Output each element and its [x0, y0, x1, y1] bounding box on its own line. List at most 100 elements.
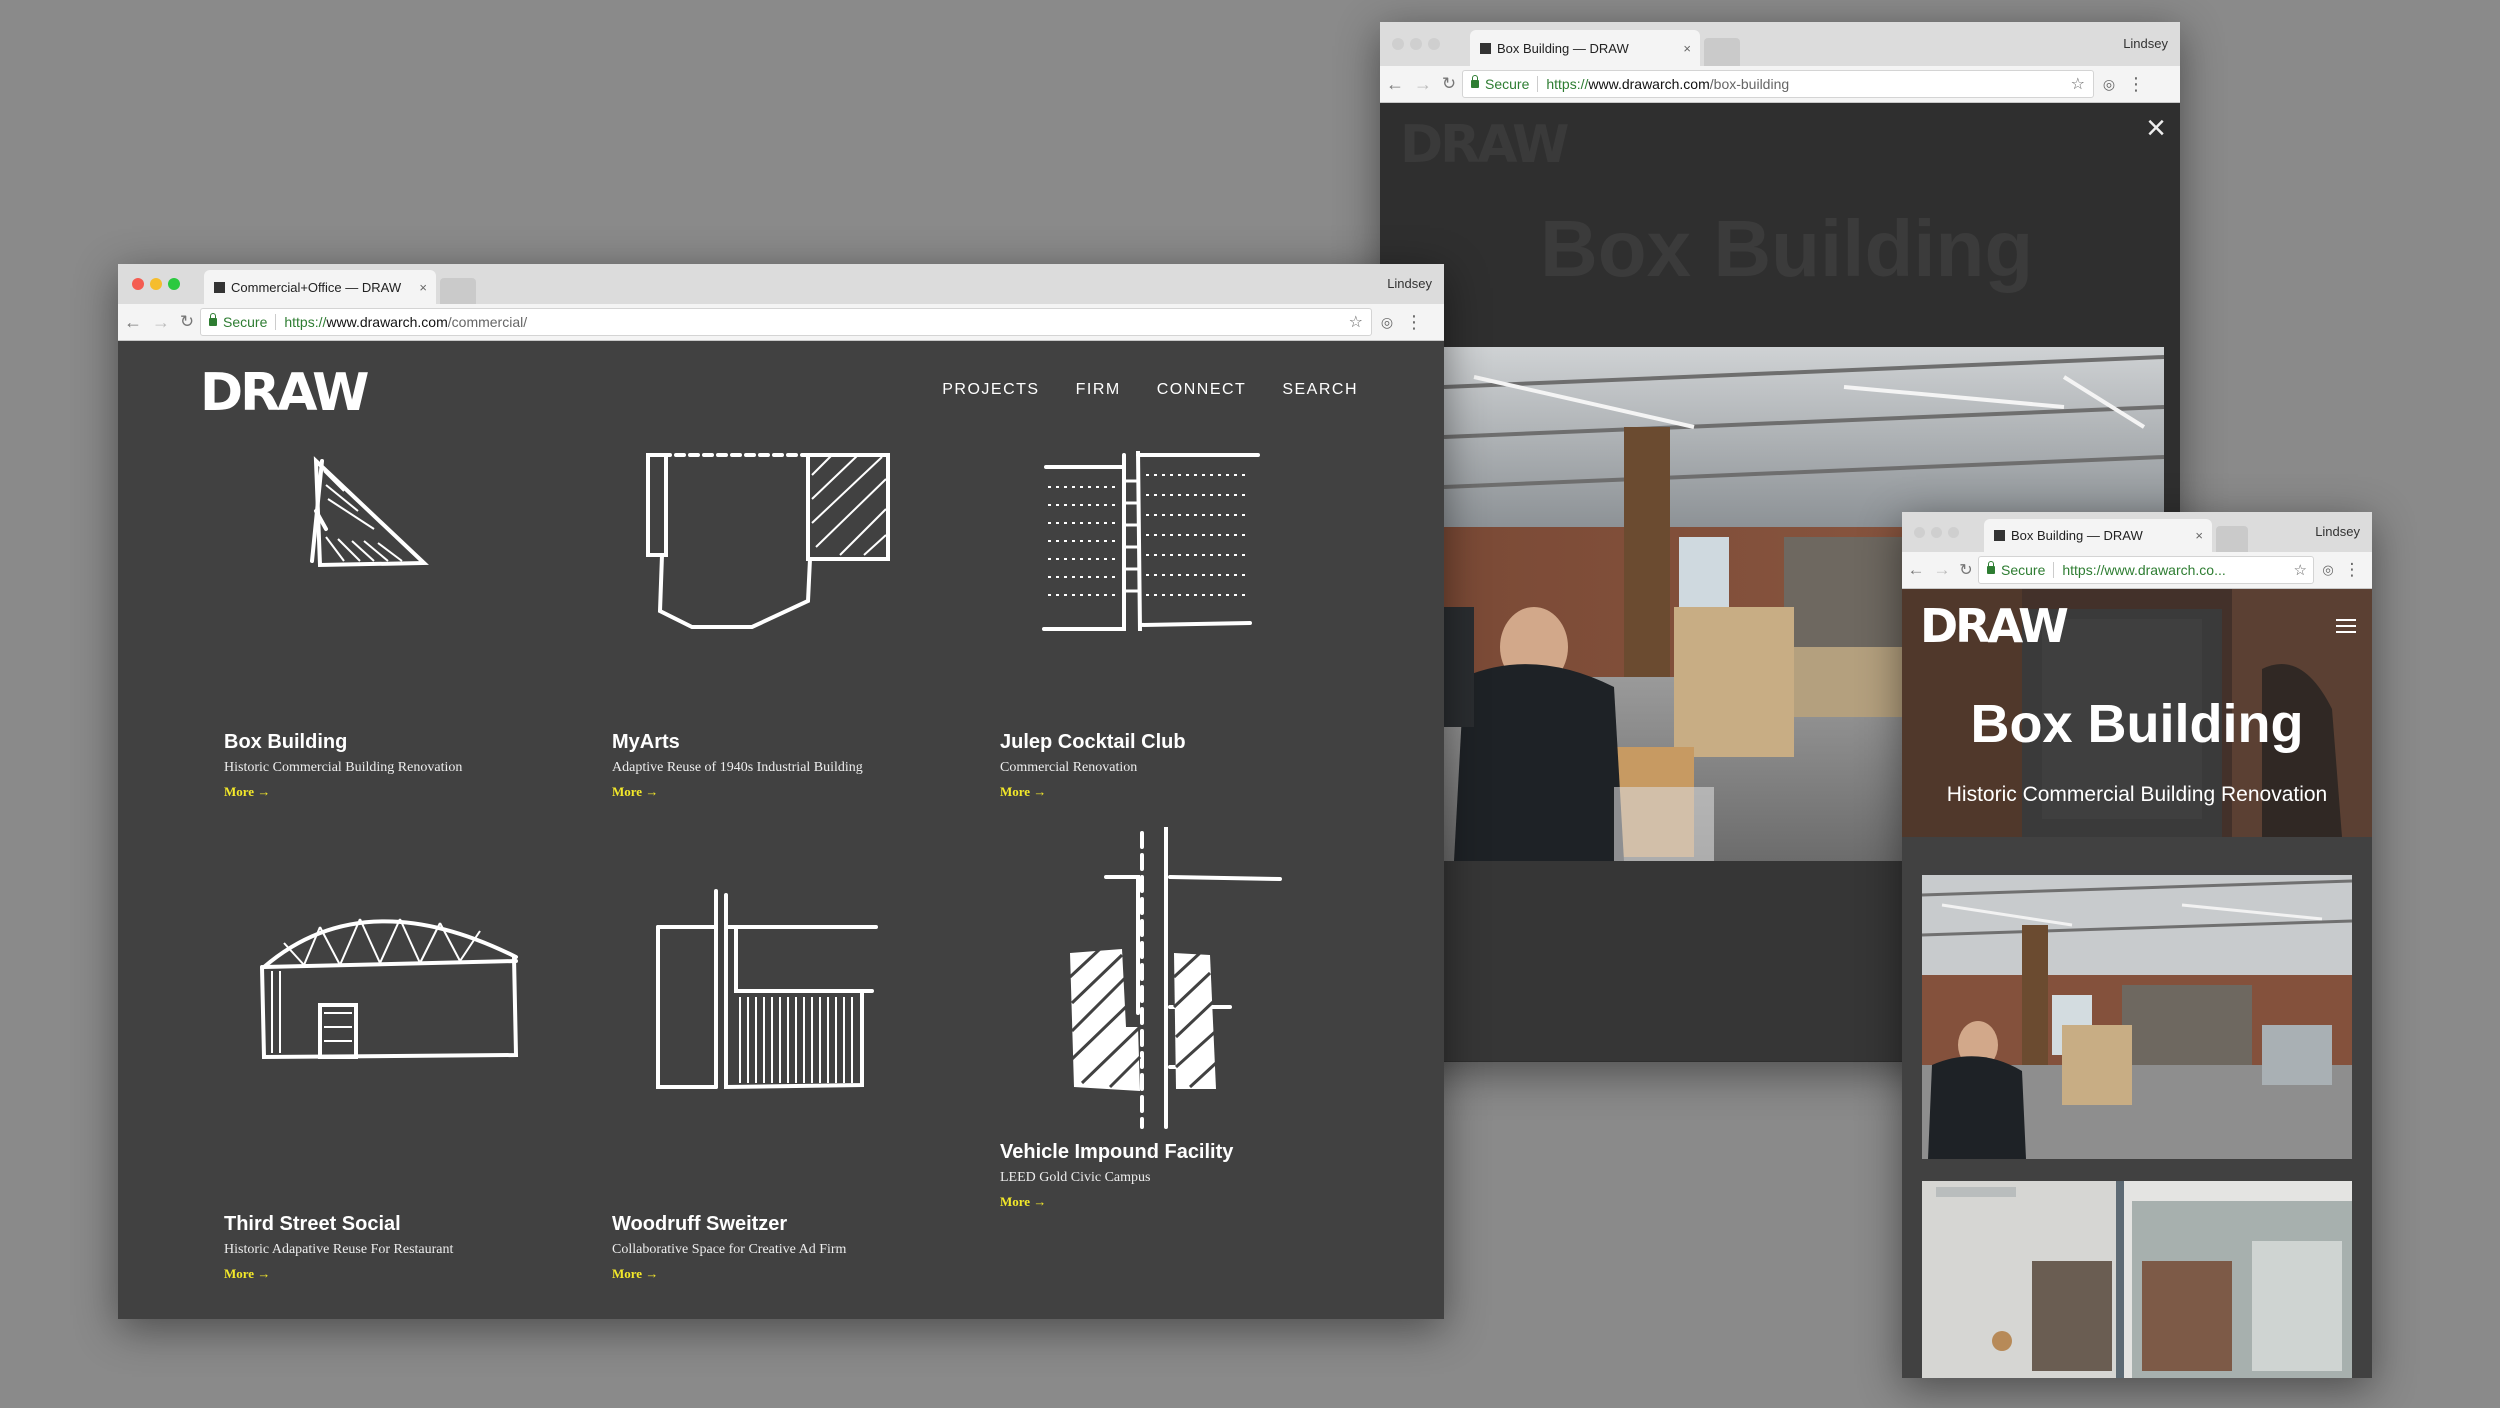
zoom-light[interactable]	[168, 278, 180, 290]
url-display: https://www.drawarch.co...	[2062, 562, 2226, 578]
forward-icon[interactable]: →	[1410, 74, 1436, 95]
window-controls	[1914, 512, 1959, 552]
box-building-sketch	[310, 456, 429, 568]
forward-icon[interactable]: →	[1930, 560, 1954, 580]
project-card-third-street[interactable]: Third Street Social Historic Adapative R…	[224, 887, 604, 1282]
hero-subtitle: Historic Commercial Building Renovation	[1946, 783, 2328, 806]
omnibox-divider	[2053, 562, 2055, 578]
url-path: /box-building	[1709, 76, 1790, 92]
forward-icon[interactable]: →	[148, 312, 174, 333]
star-icon[interactable]: ☆	[2294, 561, 2307, 579]
project-card-woodruff[interactable]: Woodruff Sweitzer Collaborative Space fo…	[612, 887, 992, 1282]
hamburger-icon[interactable]	[2336, 619, 2356, 633]
mobile-site-page: DRAW Box Building Historic Commercial Bu…	[1902, 589, 2372, 1378]
tab-bar: Commercial+Office — DRAW × Lindsey	[118, 264, 1444, 304]
tab-close-icon[interactable]: ×	[2195, 528, 2203, 543]
tab-title: Commercial+Office — DRAW	[231, 279, 402, 295]
profile-name[interactable]: Lindsey	[2315, 524, 2360, 539]
url-protocol: https://	[1546, 76, 1589, 92]
menu-dots-icon[interactable]: ⋮	[2124, 74, 2148, 95]
tab-close-icon[interactable]: ×	[1683, 41, 1691, 56]
site-logo[interactable]: DRAW	[200, 363, 369, 423]
faded-project-title: Box Building	[1540, 204, 2034, 293]
third-street-sketch	[260, 918, 519, 1060]
reload-icon[interactable]: ↻	[174, 312, 200, 332]
project-subtitle: Historic Commercial Building Renovation	[224, 760, 463, 775]
address-bar[interactable]: Secure https:// www.drawarch.com /commer…	[200, 308, 1372, 336]
project-card-box-building[interactable]: Box Building Historic Commercial Buildin…	[224, 451, 604, 800]
more-link[interactable]: More →	[1000, 784, 1380, 800]
new-tab-button[interactable]	[2216, 526, 2248, 552]
star-icon[interactable]: ☆	[1349, 312, 1363, 332]
julep-sketch	[1042, 451, 1260, 631]
new-tab-button[interactable]	[440, 278, 476, 304]
menu-dots-icon[interactable]: ⋮	[1402, 312, 1426, 333]
back-icon[interactable]: ←	[118, 312, 148, 333]
nav-search[interactable]: SEARCH	[1282, 381, 1358, 399]
url-host: www.drawarch.com	[326, 314, 448, 330]
reload-icon[interactable]: ↻	[1436, 74, 1462, 94]
tab-title: Box Building — DRAW	[1497, 40, 1629, 56]
nav-firm[interactable]: FIRM	[1076, 381, 1121, 399]
minimize-light[interactable]	[1931, 526, 1942, 538]
back-icon[interactable]: ←	[1380, 74, 1410, 95]
more-link[interactable]: More →	[1000, 1194, 1380, 1210]
star-icon[interactable]: ☆	[2071, 74, 2085, 94]
project-card-julep[interactable]: Julep Cocktail Club Commercial Renovatio…	[1000, 451, 1380, 800]
address-bar[interactable]: Secure https:// www.drawarch.com /box-bu…	[1462, 70, 2094, 98]
back-icon[interactable]: ←	[1902, 560, 1930, 580]
lock-icon	[1471, 75, 1479, 88]
nav-connect[interactable]: CONNECT	[1157, 381, 1247, 399]
project-title[interactable]: MyArts	[612, 731, 992, 754]
project-title[interactable]: Vehicle Impound Facility	[1000, 1141, 1380, 1164]
project-title[interactable]: Box Building	[224, 731, 604, 754]
tab-bar: Box Building — DRAW × Lindsey	[1380, 22, 2180, 66]
more-link[interactable]: More →	[224, 1266, 604, 1282]
project-title[interactable]: Julep Cocktail Club	[1000, 731, 1380, 754]
mobile-logo[interactable]: DRAW	[1920, 599, 2069, 653]
tab-close-icon[interactable]: ×	[419, 280, 427, 295]
browser-tab[interactable]: Box Building — DRAW ×	[1984, 519, 2212, 552]
close-light[interactable]	[1392, 38, 1404, 50]
secure-label: Secure	[223, 314, 268, 330]
lock-icon	[1987, 561, 1995, 574]
more-link[interactable]: More →	[612, 784, 992, 800]
address-bar[interactable]: Secure https://www.drawarch.co... ☆	[1978, 556, 2314, 584]
browser-toolbar: ← → ↻ Secure https:// www.drawarch.com /…	[1380, 66, 2180, 103]
nav-projects[interactable]: PROJECTS	[942, 381, 1039, 399]
browser-tab[interactable]: Box Building — DRAW ×	[1470, 30, 1700, 66]
woodruff-sketch	[656, 889, 878, 1090]
overlay-close-icon[interactable]: ×	[2146, 109, 2166, 148]
profile-name[interactable]: Lindsey	[2123, 36, 2168, 51]
omnibox-divider	[1537, 76, 1539, 92]
tab-bar: Box Building — DRAW × Lindsey	[1902, 512, 2372, 552]
reload-icon[interactable]: ↻	[1954, 560, 1978, 580]
minimize-light[interactable]	[1410, 38, 1422, 50]
extension-icon[interactable]: ◎	[2094, 76, 2124, 93]
close-light[interactable]	[132, 278, 144, 290]
minimize-light[interactable]	[150, 278, 162, 290]
more-link[interactable]: More →	[224, 784, 604, 800]
project-card-myarts[interactable]: MyArts Adaptive Reuse of 1940s Industria…	[612, 451, 992, 800]
browser-tab[interactable]: Commercial+Office — DRAW ×	[204, 270, 436, 304]
favicon-icon	[1994, 530, 2005, 541]
close-light[interactable]	[1914, 526, 1925, 538]
url-host: www.drawarch.com	[1588, 76, 1710, 92]
zoom-light[interactable]	[1948, 526, 1959, 538]
project-title[interactable]: Woodruff Sweitzer	[612, 1213, 992, 1236]
profile-name[interactable]: Lindsey	[1387, 276, 1432, 291]
extension-icon[interactable]: ◎	[1372, 314, 1402, 331]
new-tab-button[interactable]	[1704, 38, 1740, 66]
extension-icon[interactable]: ◎	[2314, 562, 2342, 578]
project-title[interactable]: Third Street Social	[224, 1213, 604, 1236]
window-controls	[1392, 22, 1440, 66]
lock-icon	[209, 313, 217, 326]
project-subtitle: Commercial Renovation	[1000, 760, 1138, 775]
gallery-photo-2[interactable]	[1922, 1181, 2352, 1378]
project-card-vehicle-impound[interactable]: Vehicle Impound Facility LEED Gold Civic…	[1000, 827, 1380, 1210]
menu-dots-icon[interactable]: ⋮	[2342, 560, 2362, 580]
gallery-photo-1[interactable]	[1922, 875, 2352, 1159]
office-interior-image	[1922, 875, 2352, 1159]
more-link[interactable]: More →	[612, 1266, 992, 1282]
zoom-light[interactable]	[1428, 38, 1440, 50]
